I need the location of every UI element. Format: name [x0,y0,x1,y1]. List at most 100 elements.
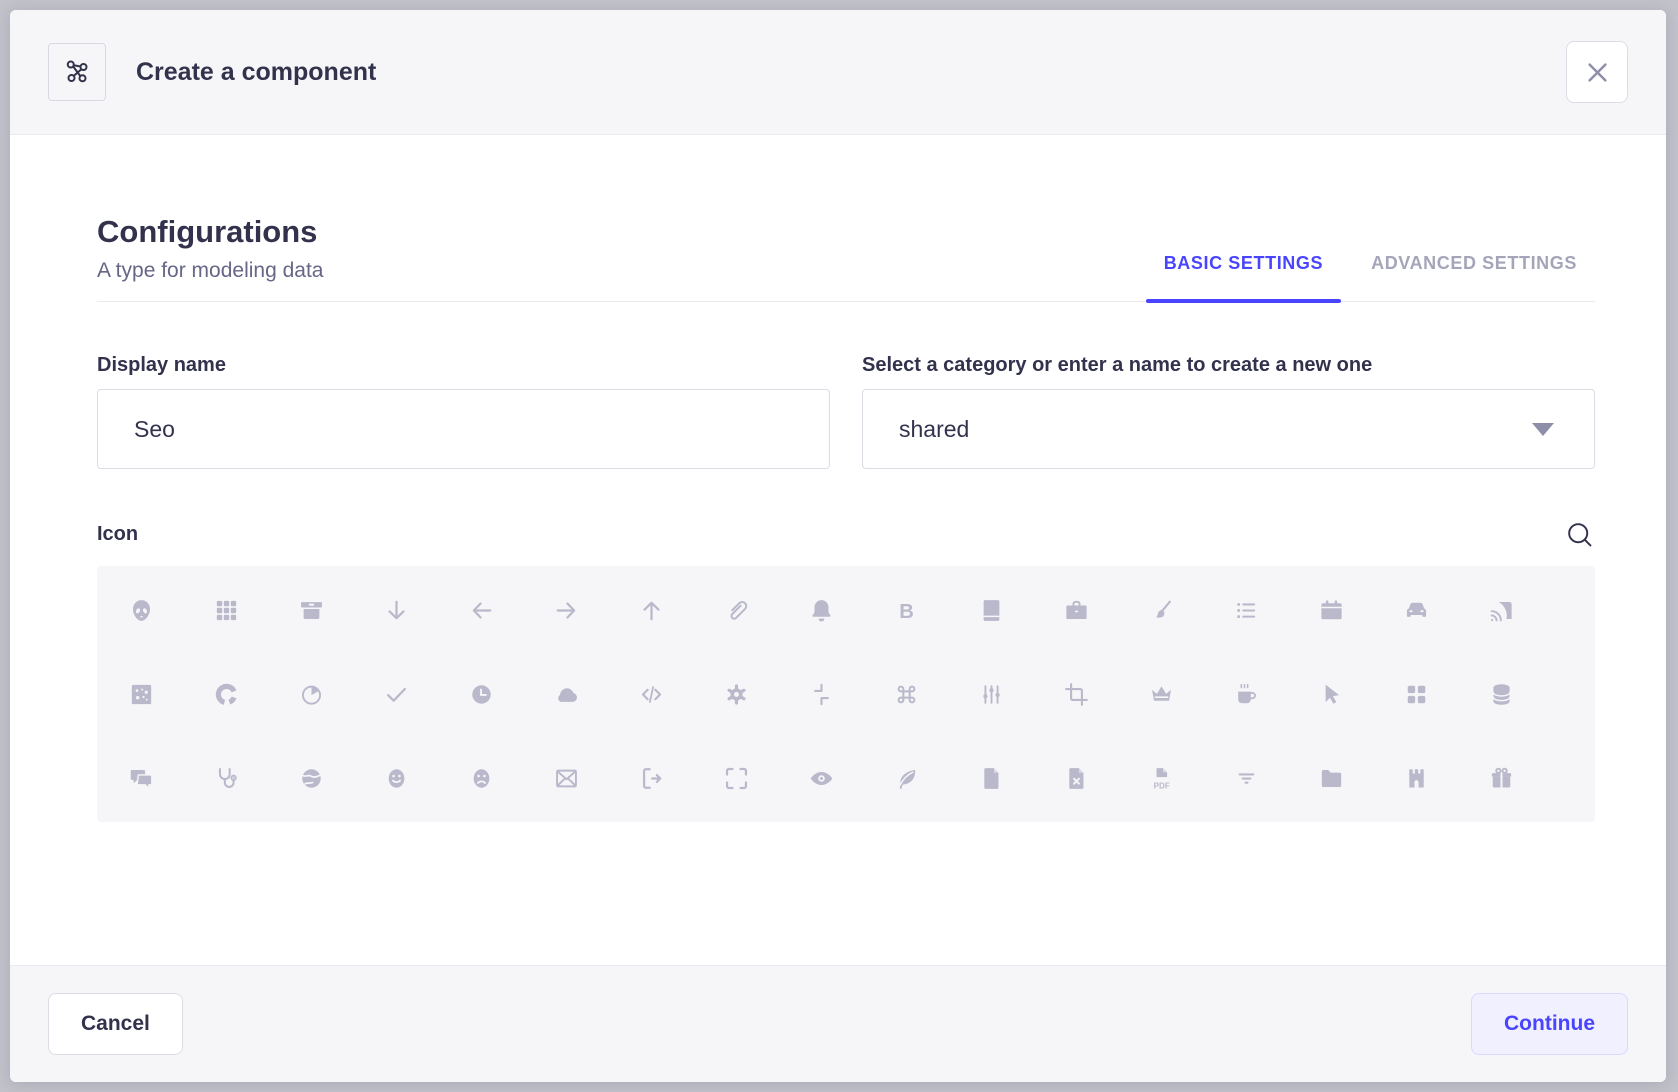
cursor-icon [1318,681,1345,708]
page-subtitle: A type for modeling data [97,259,323,283]
chevron-down-icon [1532,423,1554,436]
icon-option-briefcase[interactable] [1047,580,1107,640]
gate-icon [1403,765,1430,792]
icon-option-dashboard[interactable] [1387,664,1447,724]
icon-option-crop[interactable] [1047,664,1107,724]
icon-option-bold[interactable]: B [877,580,937,640]
cloud-icon [553,681,580,708]
icon-option-cast[interactable] [1472,580,1532,640]
icon-option-exit[interactable] [622,748,682,808]
icon-label: Icon [97,523,138,546]
close-button[interactable] [1566,41,1628,103]
icon-search-button[interactable] [1564,519,1595,550]
section-header-row: Configurations A type for modeling data … [97,213,1595,302]
icon-option-feather[interactable] [877,748,937,808]
display-name-input[interactable] [97,389,830,469]
doctor-icon [213,765,240,792]
eye-icon [808,765,835,792]
modal-backdrop: Create a component Configurations A type… [0,0,1678,1092]
tab-basic-settings[interactable]: BASIC SETTINGS [1146,253,1341,301]
icon-option-cup[interactable] [1217,664,1277,724]
icon-option-attachment[interactable] [707,580,767,640]
icon-option-alien[interactable] [112,580,172,640]
svg-text:PDF: PDF [1154,781,1170,790]
icon-option-gift[interactable] [1472,748,1532,808]
icon-option-check[interactable] [367,664,427,724]
icon-option-discuss[interactable] [112,748,172,808]
icon-option-code[interactable] [622,664,682,724]
book-icon [978,597,1005,624]
icon-option-file-error[interactable] [1047,748,1107,808]
file-pdf-icon: PDF [1148,765,1175,792]
earth-icon [298,765,325,792]
icon-option-earth[interactable] [282,748,342,808]
icon-option-chart-pie[interactable] [282,664,342,724]
envelope-icon [553,765,580,792]
modal-body: Configurations A type for modeling data … [10,135,1666,965]
icon-option-arrow-right[interactable] [537,580,597,640]
alien-icon [128,597,155,624]
icon-option-envelope[interactable] [537,748,597,808]
icon-option-arrow-up[interactable] [622,580,682,640]
gift-icon [1488,765,1515,792]
icon-option-database[interactable] [1472,664,1532,724]
cancel-button[interactable]: Cancel [48,993,183,1055]
icon-option-collapse[interactable] [792,664,852,724]
icon-option-sliders[interactable] [962,664,1022,724]
icon-option-bullet-list[interactable] [1217,580,1277,640]
icon-option-archive[interactable] [282,580,342,640]
display-name-label: Display name [97,354,830,377]
icon-option-arrow-left[interactable] [452,580,512,640]
crown-icon [1148,681,1175,708]
modal-footer: Cancel Continue [10,965,1666,1082]
icon-option-arrow-down[interactable] [367,580,427,640]
icon-option-file-pdf[interactable]: PDF [1132,748,1192,808]
close-icon [1584,59,1611,86]
continue-button[interactable]: Continue [1471,993,1628,1055]
icon-option-doctor[interactable] [197,748,257,808]
file-icon [978,765,1005,792]
icon-option-car[interactable] [1387,580,1447,640]
icon-option-cursor[interactable] [1302,664,1362,724]
calendar-icon [1318,597,1345,624]
tab-advanced-settings[interactable]: ADVANCED SETTINGS [1353,253,1595,301]
command-icon [893,681,920,708]
icon-option-file[interactable] [962,748,1022,808]
icon-option-emotion-unhappy[interactable] [452,748,512,808]
chart-bubble-icon [128,681,155,708]
icon-option-command[interactable] [877,664,937,724]
icon-option-crown[interactable] [1132,664,1192,724]
icon-option-filter[interactable] [1217,748,1277,808]
icon-option-gate[interactable] [1387,748,1447,808]
clock-icon [468,681,495,708]
icon-option-emotion-happy[interactable] [367,748,427,808]
check-icon [383,681,410,708]
icon-option-brush[interactable] [1132,580,1192,640]
icon-option-calendar[interactable] [1302,580,1362,640]
category-label: Select a category or enter a name to cre… [862,354,1595,377]
cog-icon [723,681,750,708]
icon-option-cloud[interactable] [537,664,597,724]
expand-icon [723,765,750,792]
feather-icon [893,765,920,792]
icon-option-chart-bubble[interactable] [112,664,172,724]
icon-option-book[interactable] [962,580,1022,640]
icon-option-eye[interactable] [792,748,852,808]
icon-option-chart-circle[interactable] [197,664,257,724]
icon-option-clock[interactable] [452,664,512,724]
cup-icon [1233,681,1260,708]
icon-option-folder[interactable] [1302,748,1362,808]
brush-icon [1148,597,1175,624]
briefcase-icon [1063,597,1090,624]
icon-option-expand[interactable] [707,748,767,808]
icon-option-cog[interactable] [707,664,767,724]
cast-icon [1488,597,1515,624]
chart-circle-icon [213,681,240,708]
section-titles: Configurations A type for modeling data [97,213,323,301]
icon-grid: B PDF [97,566,1595,822]
category-select[interactable]: shared [862,389,1595,469]
component-icon-box [48,43,106,101]
icon-option-apps[interactable] [197,580,257,640]
icon-option-bell[interactable] [792,580,852,640]
dashboard-icon [1403,681,1430,708]
